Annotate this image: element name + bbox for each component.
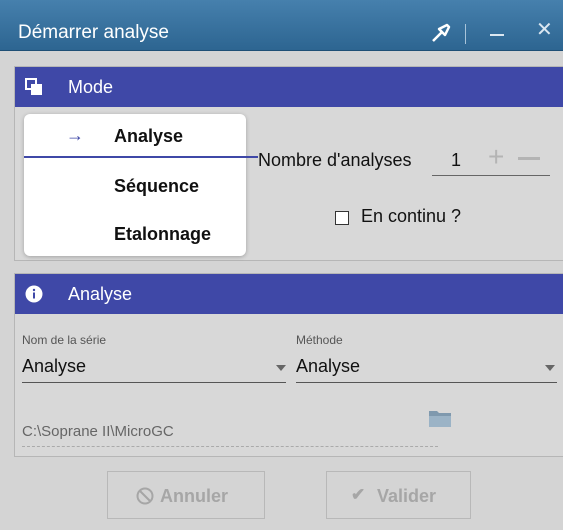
continuous-checkbox[interactable] bbox=[335, 211, 349, 225]
method-label: Méthode bbox=[296, 333, 343, 347]
count-underline bbox=[432, 175, 550, 176]
series-dropdown-icon[interactable] bbox=[276, 365, 286, 371]
cancel-button[interactable]: Annuler bbox=[107, 471, 265, 519]
method-underline bbox=[296, 382, 557, 383]
analyse-header: Analyse bbox=[15, 274, 563, 314]
path-text: C:\Soprane II\MicroGC bbox=[22, 423, 174, 440]
active-tab-indicator bbox=[24, 156, 258, 158]
arrow-right-icon: → bbox=[66, 125, 84, 145]
method-value[interactable]: Analyse bbox=[296, 356, 360, 377]
mode-tab-list: → Analyse Séquence Etalonnage bbox=[24, 114, 258, 256]
check-icon: ✔ bbox=[351, 485, 366, 504]
analyse-title: Analyse bbox=[68, 284, 133, 304]
pin-icon[interactable] bbox=[428, 20, 454, 46]
titlebar-separator bbox=[465, 24, 466, 44]
title-bar: Démarrer analyse ✕ bbox=[0, 0, 563, 51]
folder-icon[interactable] bbox=[428, 408, 452, 428]
window-title: Démarrer analyse bbox=[18, 22, 169, 43]
mode-header: Mode bbox=[15, 67, 563, 107]
path-underline bbox=[22, 446, 438, 447]
continuous-label: En continu ? bbox=[361, 206, 462, 226]
minus-icon[interactable] bbox=[518, 157, 540, 160]
count-value[interactable]: 1 bbox=[451, 150, 461, 171]
info-icon bbox=[25, 285, 43, 303]
plus-icon[interactable]: + bbox=[488, 142, 504, 172]
tab-sequence-label: Séquence bbox=[114, 176, 200, 196]
cancel-label: Annuler bbox=[160, 486, 229, 506]
cancel-circle-icon bbox=[136, 487, 154, 505]
layers-icon bbox=[25, 78, 42, 95]
series-name-label: Nom de la série bbox=[22, 333, 107, 347]
tab-analyse-label: Analyse bbox=[114, 126, 184, 146]
tab-sequence[interactable]: Séquence bbox=[24, 164, 246, 208]
validate-label: Valider bbox=[377, 486, 437, 506]
tab-analyse[interactable]: → Analyse bbox=[24, 114, 258, 158]
minimize-icon[interactable] bbox=[490, 34, 504, 36]
close-icon[interactable]: ✕ bbox=[536, 19, 553, 41]
mode-title: Mode bbox=[68, 77, 114, 97]
series-underline bbox=[22, 382, 286, 383]
tab-etalonnage[interactable]: Etalonnage bbox=[24, 212, 246, 256]
series-name-value[interactable]: Analyse bbox=[22, 356, 86, 377]
validate-button[interactable]: ✔ Valider bbox=[326, 471, 471, 519]
tab-etalonnage-label: Etalonnage bbox=[114, 224, 212, 244]
count-label: Nombre d'analyses bbox=[258, 150, 412, 170]
method-dropdown-icon[interactable] bbox=[545, 365, 555, 371]
